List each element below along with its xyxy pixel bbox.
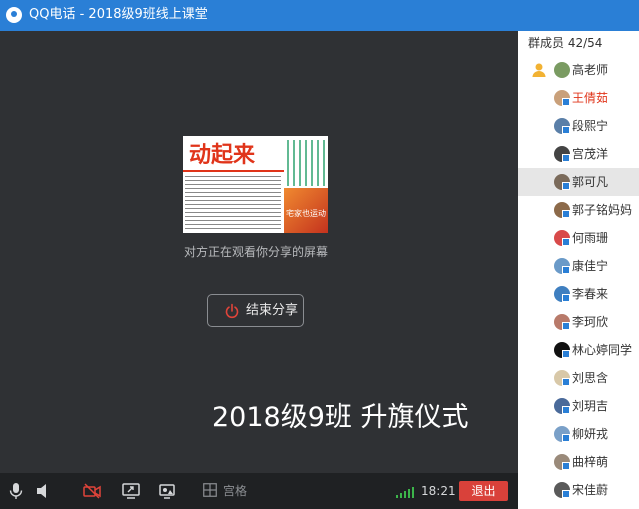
member-name: 康佳宁: [572, 259, 609, 273]
grid-view-icon[interactable]: [203, 483, 217, 497]
screenshot-icon[interactable]: [158, 482, 176, 500]
device-badge-icon: [562, 350, 570, 358]
device-badge-icon: [562, 266, 570, 274]
avatar: [554, 62, 570, 78]
stop-share-button[interactable]: 结束分享: [207, 294, 304, 327]
call-time: 18:21: [421, 484, 456, 498]
member-row[interactable]: 柳妍戎: [518, 420, 639, 448]
member-name: 宋佳蔚: [572, 483, 609, 497]
share-status-text: 对方正在观看你分享的屏幕: [183, 245, 328, 259]
member-row[interactable]: 王倩茹: [518, 84, 639, 112]
device-badge-icon: [562, 378, 570, 386]
device-badge-icon: [562, 490, 570, 498]
member-row[interactable]: 郭可凡: [518, 168, 639, 196]
device-badge-icon: [562, 462, 570, 470]
member-row[interactable]: 何雨珊: [518, 224, 639, 252]
device-badge-icon: [562, 98, 570, 106]
member-row[interactable]: 郭子铭妈妈: [518, 196, 639, 224]
speaker-icon[interactable]: [34, 482, 52, 500]
member-name: 刘玥吉: [572, 399, 609, 413]
member-name: 曲梓萌: [572, 455, 609, 469]
member-name: 柳妍戎: [572, 427, 609, 441]
device-badge-icon: [562, 434, 570, 442]
device-badge-icon: [562, 294, 570, 302]
microphone-icon[interactable]: [7, 482, 25, 500]
member-name: 李珂欣: [572, 315, 609, 329]
member-row[interactable]: 李珂欣: [518, 308, 639, 336]
call-toolbar: 宫格 18:21 退出: [0, 473, 518, 509]
thumbnail-photo-caption: 宅家也运动: [286, 209, 326, 218]
member-row[interactable]: 林心婷同学: [518, 336, 639, 364]
member-row[interactable]: 李春来: [518, 280, 639, 308]
device-badge-icon: [562, 210, 570, 218]
camera-off-icon[interactable]: [83, 482, 101, 500]
member-row[interactable]: 刘思含: [518, 364, 639, 392]
grid-view-label[interactable]: 宫格: [223, 484, 247, 498]
device-badge-icon: [562, 154, 570, 162]
stop-share-label: 结束分享: [246, 303, 299, 318]
member-row[interactable]: 宋佳蔚: [518, 476, 639, 504]
thumbnail-divider: [183, 170, 284, 172]
member-name: 郭子铭妈妈: [572, 203, 633, 217]
video-stage: 动起来 宅家也运动 对方正在观看你分享的屏幕 结束分享 2018级9班 升旗仪式: [0, 31, 518, 473]
member-row[interactable]: 段熙宁: [518, 112, 639, 140]
member-name: 段熙宁: [572, 119, 609, 133]
qq-call-logo-icon: [6, 7, 22, 23]
thumbnail-text-lines: [185, 176, 281, 230]
power-icon: [225, 303, 239, 319]
member-list-panel: 群成员 42/54 高老师王倩茹段熙宁宫茂洋郭可凡郭子铭妈妈何雨珊康佳宁李春来李…: [518, 31, 639, 509]
window-title: QQ电话 - 2018级9班线上课堂: [29, 7, 208, 22]
member-row[interactable]: 宫茂洋: [518, 140, 639, 168]
shared-screen-thumbnail[interactable]: 动起来 宅家也运动: [183, 136, 328, 233]
member-name: 高老师: [572, 63, 609, 77]
member-row[interactable]: 康佳宁: [518, 252, 639, 280]
member-name: 宫茂洋: [572, 147, 609, 161]
title-bar: QQ电话 - 2018级9班线上课堂: [0, 0, 639, 31]
thumbnail-photo: 宅家也运动: [284, 188, 328, 233]
thumbnail-headline: 动起来: [189, 142, 256, 168]
member-row[interactable]: 高老师: [518, 56, 639, 84]
device-badge-icon: [562, 406, 570, 414]
member-name: 何雨珊: [572, 231, 609, 245]
device-badge-icon: [562, 322, 570, 330]
screen-share-icon[interactable]: [122, 482, 140, 500]
member-name: 刘思含: [572, 371, 609, 385]
member-count-header: 群成员 42/54: [528, 36, 603, 50]
overlay-caption: 2018级9班 升旗仪式: [212, 402, 469, 433]
device-badge-icon: [562, 238, 570, 246]
member-row[interactable]: 刘玥吉: [518, 392, 639, 420]
member-name: 郭可凡: [572, 175, 609, 189]
member-row[interactable]: 曲梓萌: [518, 448, 639, 476]
device-badge-icon: [562, 126, 570, 134]
member-name: 林心婷同学: [572, 343, 633, 357]
member-name: 李春来: [572, 287, 609, 301]
group-owner-icon: [532, 63, 546, 77]
signal-strength-icon: [396, 487, 414, 498]
device-badge-icon: [562, 182, 570, 190]
exit-button[interactable]: 退出: [459, 481, 508, 501]
member-name: 王倩茹: [572, 91, 609, 105]
thumbnail-exercise-figures: [287, 140, 327, 186]
